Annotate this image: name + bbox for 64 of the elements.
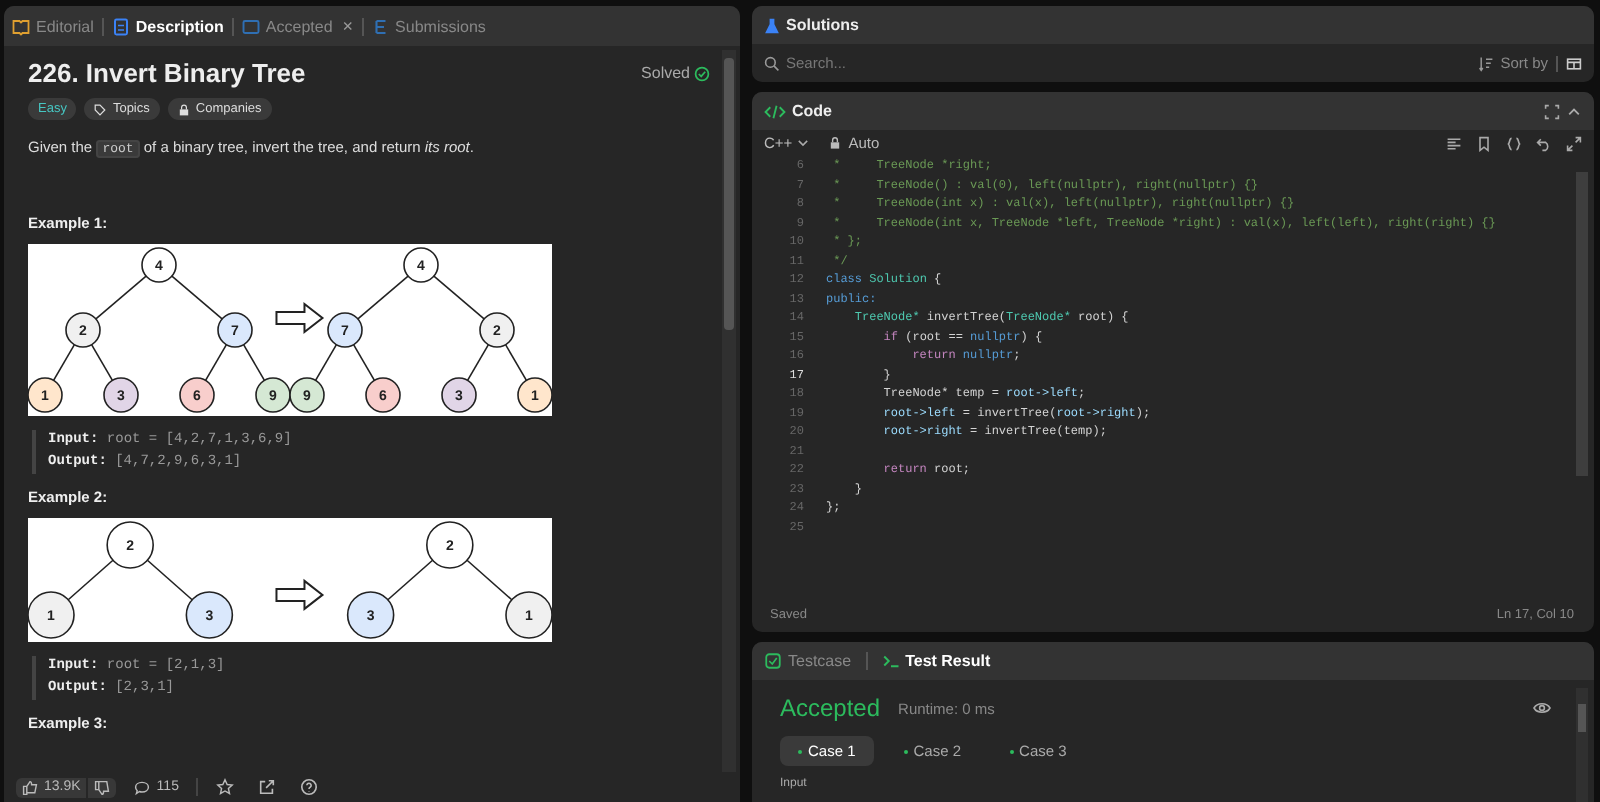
tab[interactable]: Submissions [371, 17, 486, 35]
arrow-icon [275, 301, 325, 334]
problem-title: 226. Invert Binary Tree [28, 58, 308, 88]
tab[interactable]: Test Result [881, 652, 991, 670]
tree-edge [357, 275, 409, 320]
thumbs-up-icon [22, 779, 38, 795]
layout-icon[interactable] [1566, 55, 1582, 71]
book-icon [12, 17, 30, 35]
caret-up-icon[interactable] [1566, 103, 1582, 119]
tree-edge [95, 275, 147, 320]
rectangle-icon [241, 17, 260, 35]
arrow-icon [275, 578, 325, 611]
tree-edge [466, 559, 513, 601]
code-icon [764, 103, 786, 119]
star-icon[interactable] [216, 778, 235, 796]
tree-edge [433, 275, 485, 320]
sort-icon [1478, 55, 1495, 71]
scrollbar-thumb[interactable] [1578, 704, 1586, 732]
speech-bubble-icon [134, 779, 151, 795]
chevron-down-icon [796, 136, 811, 150]
close-tab-button[interactable]: × [342, 16, 354, 36]
scrollbar-thumb[interactable] [724, 58, 734, 330]
scrollbar-thumb[interactable] [1576, 172, 1588, 476]
checkbox-icon [764, 652, 782, 670]
braces-icon[interactable] [1506, 135, 1522, 151]
verdict-text: Accepted [780, 694, 881, 722]
tree-edge [466, 343, 490, 382]
tree-edge [204, 343, 228, 382]
tree-edge [314, 343, 338, 382]
tree-edge [52, 343, 76, 382]
share-icon[interactable] [258, 778, 277, 796]
tree-edge [352, 343, 376, 382]
format-icon[interactable] [1446, 135, 1462, 151]
tab[interactable]: Accepted × [241, 16, 354, 36]
solved-status: Solved [641, 64, 690, 82]
flask-icon [764, 17, 780, 33]
tree-edge [67, 559, 114, 601]
panel-title: Solutions [786, 16, 859, 34]
check-circle-icon [694, 65, 710, 81]
search-icon [764, 55, 780, 71]
tree-edge [504, 343, 528, 382]
thumbs-down-icon [94, 779, 111, 795]
terminal-icon [881, 652, 900, 670]
expand-icon[interactable] [1566, 135, 1582, 151]
tab[interactable]: Testcase [764, 652, 852, 670]
tag-icon [94, 103, 107, 115]
tree-edge [171, 275, 223, 320]
undo-icon[interactable] [1536, 135, 1552, 151]
tree-edge [242, 343, 266, 382]
eye-icon[interactable] [1532, 700, 1552, 716]
lock-icon [177, 103, 190, 115]
tree-edge [146, 559, 193, 601]
tab[interactable]: Description [111, 17, 224, 35]
bookmark-icon[interactable] [1476, 135, 1492, 151]
dislike-button[interactable] [88, 777, 117, 797]
lock-icon [828, 136, 843, 150]
tab[interactable]: Editorial [12, 17, 94, 35]
panel-title: Code [792, 102, 832, 120]
help-icon[interactable] [300, 778, 319, 796]
tree-edge [387, 559, 434, 601]
list-icon [371, 17, 390, 35]
document-icon [111, 17, 130, 35]
tree-edge [90, 343, 114, 382]
maximize-icon[interactable] [1544, 103, 1560, 119]
